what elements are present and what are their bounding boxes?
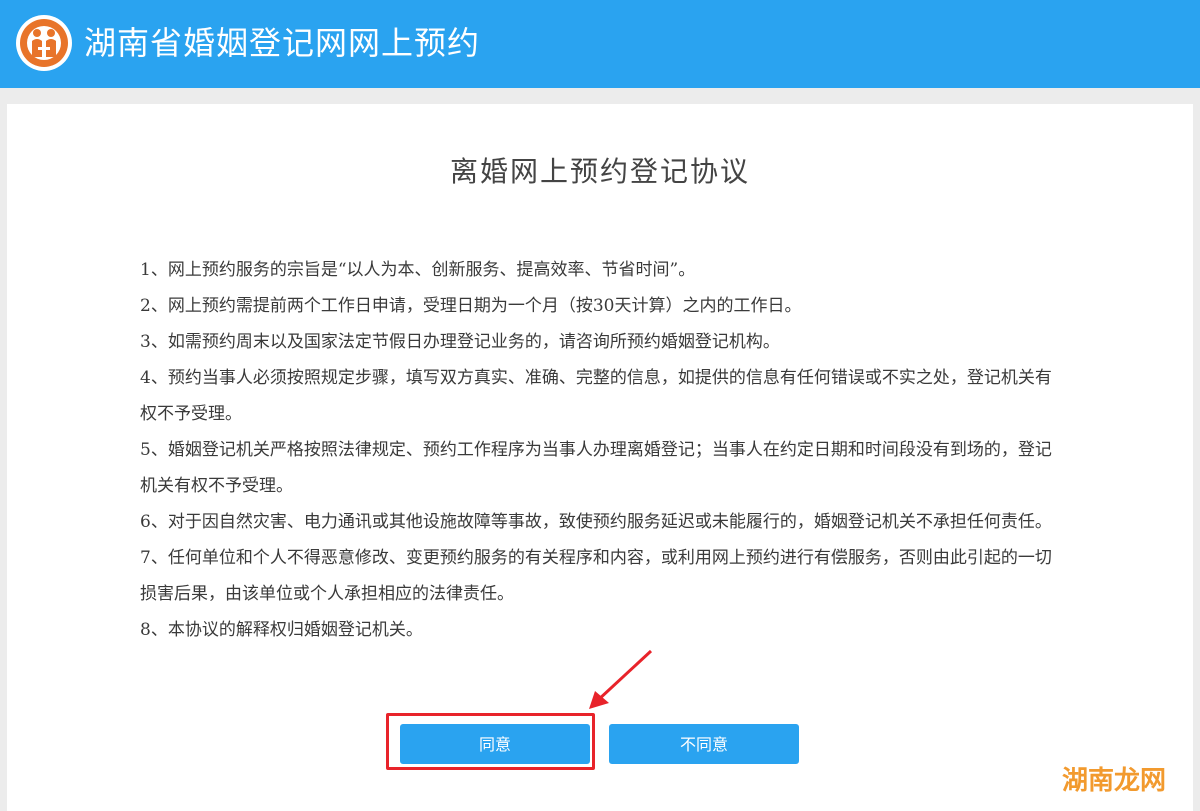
disagree-button[interactable]: 不同意 <box>609 724 799 764</box>
agreement-term: 2、网上预约需提前两个工作日申请，受理日期为一个月（按30天计算）之内的工作日。 <box>140 296 802 316</box>
marriage-registration-emblem-icon <box>16 15 72 71</box>
agreement-term: 3、如需预约周末以及国家法定节假日办理登记业务的，请咨询所预约婚姻登记机构。 <box>140 332 780 352</box>
agreement-term: 1、网上预约服务的宗旨是“以人为本、创新服务、提高效率、节省时间”。 <box>140 260 696 280</box>
agreement-title: 离婚网上预约登记协议 <box>449 155 750 188</box>
agreement-term: 4、预约当事人必须按照规定步骤，填写双方真实、准确、完整的信息，如提供的信息有任… <box>140 368 1052 424</box>
agree-button-highlight-box <box>386 713 595 770</box>
agreement-terms-list: 1、网上预约服务的宗旨是“以人为本、创新服务、提高效率、节省时间”。 2、网上预… <box>140 252 1065 648</box>
site-header: 湖南省婚姻登记网网上预约 <box>0 0 1200 88</box>
agreement-term: 7、任何单位和个人不得恶意修改、变更预约服务的有关程序和内容，或利用网上预约进行… <box>140 548 1052 604</box>
red-pointer-arrow-icon <box>589 649 653 709</box>
agreement-panel: 离婚网上预约登记协议 1、网上预约服务的宗旨是“以人为本、创新服务、提高效率、节… <box>7 104 1193 811</box>
agreement-term: 6、对于因自然灾害、电力通讯或其他设施故障等事故，致使预约服务延迟或未能履行的，… <box>140 512 1052 532</box>
agreement-term: 8、本协议的解释权归婚姻登记机关。 <box>140 620 423 640</box>
site-title: 湖南省婚姻登记网网上预约 <box>84 24 481 62</box>
agreement-term: 5、婚姻登记机关严格按照法律规定、预约工作程序为当事人办理离婚登记；当事人在约定… <box>140 440 1052 496</box>
watermark: 湖南龙网 <box>1062 766 1167 796</box>
